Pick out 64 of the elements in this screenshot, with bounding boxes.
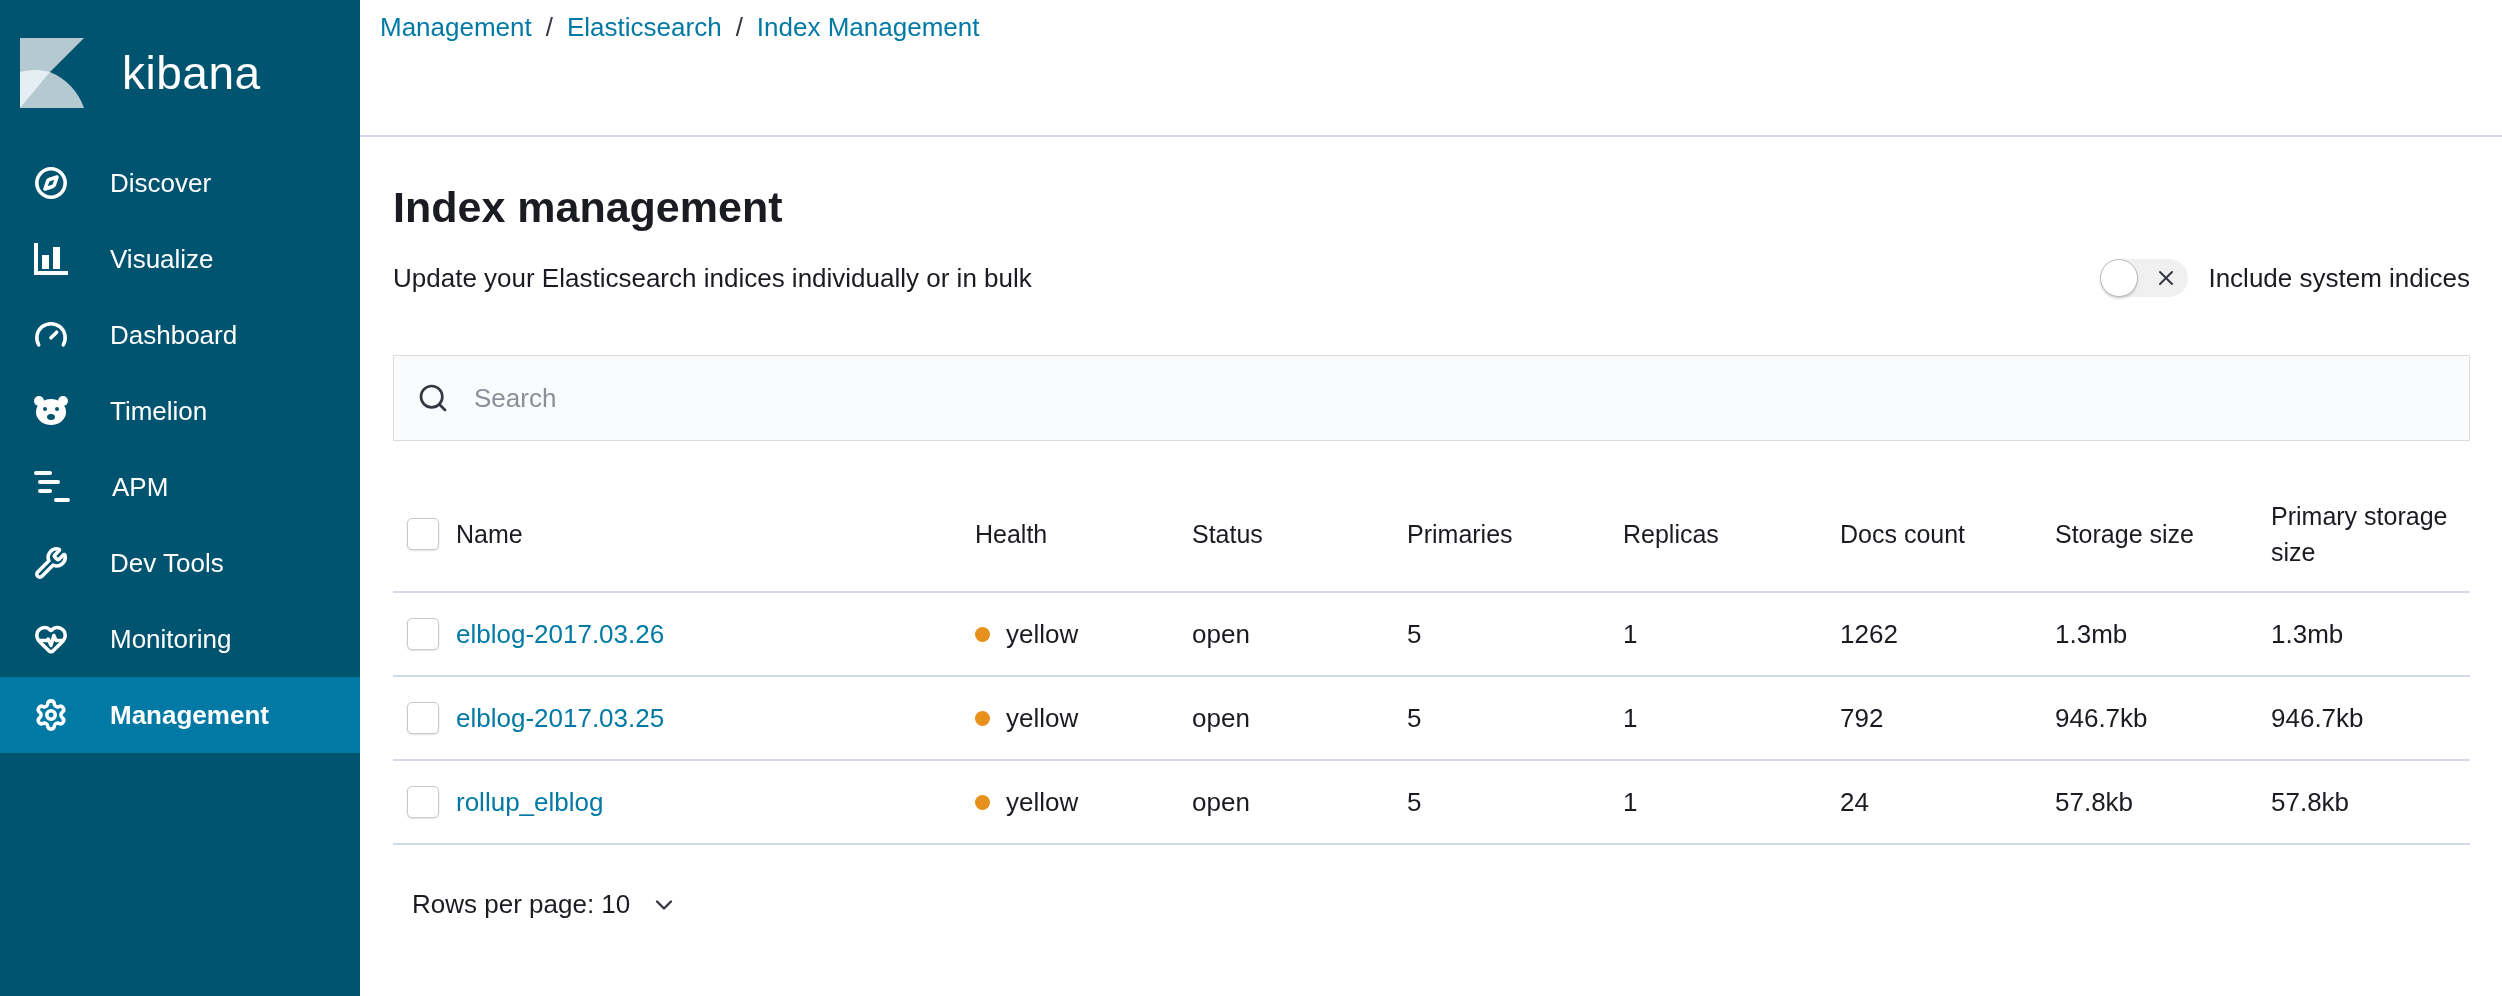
table-cell-text: 5 bbox=[1407, 786, 1423, 818]
table-cell-text: 792 bbox=[1840, 702, 1885, 734]
table-cell-text: open bbox=[1192, 786, 1251, 818]
toggle-label: Include system indices bbox=[2208, 262, 2470, 294]
health-text: yellow bbox=[1006, 618, 1079, 650]
nav-item[interactable]: Discover bbox=[0, 145, 360, 221]
table-cell-text: 946.7kb bbox=[2271, 702, 2365, 734]
table-cell-text: 1 bbox=[1623, 618, 1639, 650]
page-title: Index management bbox=[393, 182, 784, 233]
nav-item[interactable]: Monitoring bbox=[0, 601, 360, 677]
table-cell-text: 57.8kb bbox=[2055, 786, 2135, 818]
table-cell-text: open bbox=[1192, 618, 1251, 650]
row-checkbox[interactable] bbox=[407, 618, 439, 650]
breadcrumb-link[interactable]: Management bbox=[380, 12, 532, 43]
table-cell-text: 5 bbox=[1407, 618, 1423, 650]
bear-face-icon bbox=[34, 396, 68, 426]
page-subtitle: Update your Elasticsearch indices individually or in bulk bbox=[393, 262, 1032, 294]
logo-text: kibana bbox=[122, 46, 261, 100]
search-field[interactable]: Search bbox=[393, 355, 2470, 441]
row-checkbox[interactable] bbox=[407, 702, 439, 734]
breadcrumb-link[interactable]: Elasticsearch bbox=[567, 12, 722, 43]
nav-item[interactable]: Dashboard bbox=[0, 297, 360, 373]
table-cell-text: 946.7kb bbox=[2055, 702, 2149, 734]
health-text: yellow bbox=[1006, 786, 1079, 818]
search-icon bbox=[417, 382, 449, 414]
column-header[interactable]: Storage size bbox=[2055, 516, 2235, 552]
breadcrumb-separator: / bbox=[735, 12, 743, 43]
breadcrumb-link[interactable]: Index Management bbox=[756, 12, 980, 43]
table-cell-text: 1262 bbox=[1840, 618, 1899, 650]
nav-item[interactable]: Management bbox=[0, 677, 360, 753]
column-header[interactable]: Health bbox=[975, 516, 1155, 552]
table-cell-text: 24 bbox=[1840, 786, 1870, 818]
toggle-switch[interactable] bbox=[2100, 259, 2189, 297]
table-cell-text: 57.8kb bbox=[2271, 786, 2351, 818]
nav-item[interactable]: APM bbox=[0, 449, 360, 525]
nav-item[interactable]: Visualize bbox=[0, 221, 360, 297]
table-cell-text: 1 bbox=[1623, 702, 1639, 734]
table-cell-text: 1.3mb bbox=[2271, 618, 2345, 650]
bar-chart-icon bbox=[34, 243, 68, 275]
table-cell-text: 1.3mb bbox=[2055, 618, 2129, 650]
table-cell-text: 1 bbox=[1623, 786, 1639, 818]
health-text: yellow bbox=[1006, 702, 1079, 734]
index-name-link[interactable]: rollup_elblog bbox=[456, 786, 604, 817]
timeline-bars-icon bbox=[34, 471, 70, 503]
column-header[interactable]: Status bbox=[1192, 516, 1372, 552]
rows-per-page-button[interactable]: Rows per page: 10 bbox=[412, 889, 679, 920]
index-name-link[interactable]: elblog-2017.03.26 bbox=[456, 618, 665, 649]
compass-icon bbox=[34, 166, 68, 200]
breadcrumb-separator: / bbox=[545, 12, 553, 43]
select-all-checkbox[interactable] bbox=[407, 518, 439, 550]
wrench-icon bbox=[34, 546, 68, 580]
nav-item[interactable]: Timelion bbox=[0, 373, 360, 449]
index-name-link[interactable]: elblog-2017.03.25 bbox=[456, 702, 665, 733]
row-checkbox[interactable] bbox=[407, 786, 439, 818]
table-cell-text: open bbox=[1192, 702, 1251, 734]
table-cell-text: 5 bbox=[1407, 702, 1423, 734]
nav-item[interactable]: Dev Tools bbox=[0, 525, 360, 601]
settings-icon bbox=[34, 698, 68, 732]
column-header[interactable]: Name bbox=[456, 516, 636, 552]
column-header[interactable]: Replicas bbox=[1623, 516, 1803, 552]
column-header[interactable]: Primary storage size bbox=[2271, 498, 2451, 570]
logo-icon bbox=[20, 38, 84, 108]
column-header[interactable]: Primaries bbox=[1407, 516, 1587, 552]
column-header[interactable]: Docs count bbox=[1840, 516, 2020, 552]
